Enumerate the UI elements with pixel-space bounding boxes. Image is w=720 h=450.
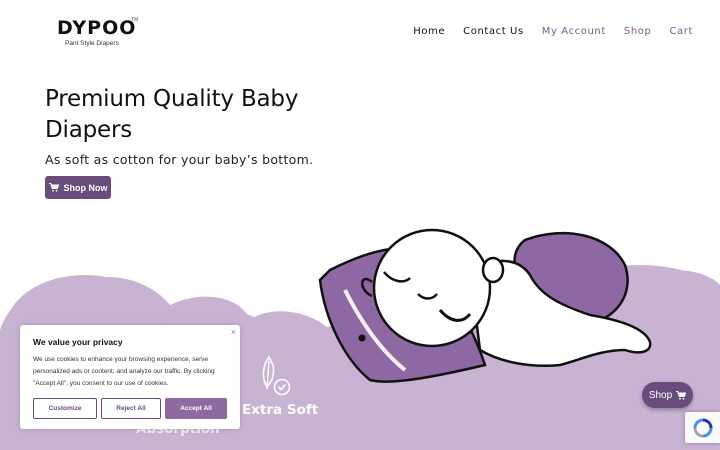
brand-name: DYPOO [57,17,137,39]
cookie-accept-all-button[interactable]: Accept All [165,398,227,419]
cookie-actions: Customize Reject All Accept All [33,398,227,419]
nav-shop[interactable]: Shop [624,26,652,37]
feature-extra-soft-label: Extra Soft [242,402,319,418]
shop-now-button[interactable]: Shop Now [45,176,111,199]
main-nav: Home Contact Us My Account Shop Cart [413,26,693,37]
floating-shop-button[interactable]: Shop [642,382,693,408]
cookie-close-icon[interactable]: × [231,327,236,337]
cart-icon [676,390,687,400]
floating-shop-label: Shop [648,389,673,401]
hero-title: Premium Quality Baby Diapers [45,86,299,143]
brand-logo[interactable]: DYPOO TM Pant Style Diapers [57,16,139,50]
brand-trademark: TM [131,17,139,23]
cookie-reject-all-button[interactable]: Reject All [101,398,161,419]
shop-now-label: Shop Now [63,182,108,193]
nav-my-account[interactable]: My Account [542,26,606,37]
brand-tagline: Pant Style Diapers [65,40,119,47]
feather-check-icon [262,355,291,396]
cookie-title: We value your privacy [33,337,123,347]
nav-cart[interactable]: Cart [669,26,693,37]
cookie-description: We use cookies to enhance your browsing … [33,356,215,387]
recaptcha-icon [693,418,712,437]
recaptcha-badge[interactable] [685,412,720,443]
cart-icon [48,183,59,192]
nav-contact-us[interactable]: Contact Us [463,26,524,37]
hero-subtitle: As soft as cotton for your baby’s bottom… [45,152,314,167]
cookie-customize-button[interactable]: Customize [33,398,97,419]
nav-home[interactable]: Home [413,26,445,37]
cookie-consent-banner: × We value your privacy We use cookies t… [20,325,240,429]
site-header: DYPOO TM Pant Style Diapers Home Contact… [0,0,720,64]
